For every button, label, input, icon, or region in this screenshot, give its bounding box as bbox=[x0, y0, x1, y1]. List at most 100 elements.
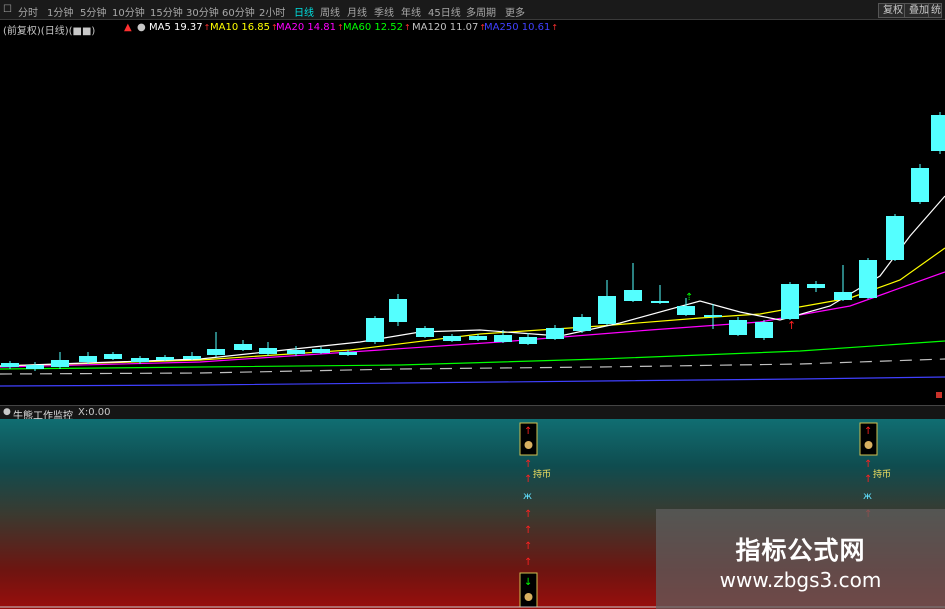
up-arrow-icon: ↑ bbox=[864, 459, 872, 470]
ma250-label: MA250 10.61↑ bbox=[484, 22, 559, 33]
period-60min[interactable]: 60分钟 bbox=[222, 4, 255, 19]
candle-body bbox=[886, 216, 904, 260]
moving-average-lines bbox=[0, 195, 945, 387]
candle-body bbox=[51, 360, 69, 367]
candlesticks bbox=[1, 112, 945, 371]
up-arrow-icon: ↑ bbox=[524, 541, 532, 552]
settings-icon[interactable]: ● bbox=[137, 22, 146, 33]
ma20-line bbox=[0, 271, 945, 368]
period-multi[interactable]: 多周期 bbox=[466, 4, 496, 19]
watermark-name: 指标公式网 bbox=[735, 536, 866, 565]
sub-chart-header: ● 牛熊工作监控 X:0.00 bbox=[0, 405, 945, 422]
up-arrow-icon: ↑ bbox=[524, 525, 532, 536]
butterfly-icon: ж bbox=[523, 491, 532, 502]
candle-body bbox=[79, 356, 97, 362]
candle-body bbox=[931, 115, 945, 151]
up-arrow-icon: ↑ bbox=[524, 509, 532, 520]
sub-chart-params: X:0.00 bbox=[78, 407, 111, 418]
watermark-url: www.zbgs3.com bbox=[719, 568, 882, 592]
money-bag-icon bbox=[524, 593, 533, 601]
candle-body bbox=[781, 284, 799, 319]
period-weekly[interactable]: 周线 bbox=[320, 4, 340, 19]
candle-body bbox=[573, 317, 591, 331]
period-2hour[interactable]: 2小时 bbox=[259, 4, 285, 19]
ma20-label: MA20 14.81↑ bbox=[276, 22, 344, 33]
ma10-label: MA10 16.85↑ bbox=[210, 22, 278, 33]
period-quarterly[interactable]: 季线 bbox=[374, 4, 394, 19]
candle-body bbox=[259, 348, 277, 354]
candle-body bbox=[234, 344, 252, 350]
sub-chart-settings-icon[interactable]: ● bbox=[3, 407, 11, 417]
candle-body bbox=[519, 337, 537, 344]
chart-title: (前复权)(日线)(■■) bbox=[3, 26, 96, 37]
ma120-label: MA120 11.07↑ bbox=[412, 22, 487, 33]
period-toolbar: ☐ 分时 1分钟 5分钟 10分钟 15分钟 30分钟 60分钟 2小时 日线 … bbox=[0, 0, 945, 20]
period-5min[interactable]: 5分钟 bbox=[80, 4, 106, 19]
period-1min[interactable]: 1分钟 bbox=[47, 4, 73, 19]
candle-body bbox=[651, 301, 669, 303]
candle-body bbox=[859, 260, 877, 298]
candle-body bbox=[807, 284, 825, 288]
period-daily[interactable]: 日线 bbox=[294, 4, 314, 19]
down-arrow-icon: ↓ bbox=[524, 577, 532, 588]
period-more[interactable]: 更多 bbox=[505, 4, 525, 19]
candle-body bbox=[26, 365, 44, 369]
up-arrow-icon: ▲ bbox=[124, 22, 132, 33]
period-15min[interactable]: 15分钟 bbox=[150, 4, 183, 19]
candle-body bbox=[1, 363, 19, 367]
hold-cash-label: 持币 bbox=[873, 468, 891, 480]
money-bag-icon bbox=[524, 441, 533, 449]
candle-body bbox=[911, 168, 929, 202]
up-arrow-icon: ↑ bbox=[524, 426, 532, 437]
candle-body bbox=[834, 292, 852, 300]
candle-body bbox=[207, 349, 225, 355]
period-30min[interactable]: 30分钟 bbox=[186, 4, 219, 19]
watermark: 指标公式网 www.zbgs3.com bbox=[656, 509, 945, 609]
period-monthly[interactable]: 月线 bbox=[347, 4, 367, 19]
candle-body bbox=[494, 335, 512, 342]
candle-body bbox=[339, 352, 357, 355]
ma60-line bbox=[0, 340, 945, 370]
up-arrow-icon: ↑ bbox=[524, 474, 532, 485]
candle-body bbox=[312, 349, 330, 353]
up-arrow-icon: ↑ bbox=[524, 557, 532, 568]
ma5-line bbox=[0, 195, 945, 367]
candlestick-chart[interactable]: ⇡ ↑ bbox=[0, 36, 945, 405]
ma60-label: MA60 12.52↑ bbox=[343, 22, 411, 33]
ma10-line bbox=[0, 247, 945, 367]
candle-body bbox=[546, 328, 564, 339]
candle-body bbox=[287, 350, 305, 354]
candle-body bbox=[624, 290, 642, 301]
signal-column-2: ↑ ↑ ↑ 持币 ж ↑ bbox=[859, 422, 891, 520]
candle-body bbox=[704, 315, 722, 317]
ma5-label: MA5 19.37↑ bbox=[149, 22, 211, 33]
candle-body bbox=[131, 358, 149, 362]
money-bag-icon bbox=[864, 441, 873, 449]
period-yearly[interactable]: 年线 bbox=[401, 4, 421, 19]
buy-arrow-icon: ↑ bbox=[787, 319, 796, 332]
right-edge-marker bbox=[936, 392, 942, 398]
candle-body bbox=[755, 322, 773, 338]
ma250-line bbox=[0, 376, 945, 387]
up-arrow-icon: ↑ bbox=[864, 474, 872, 485]
candle-body bbox=[598, 296, 616, 324]
candle-body bbox=[104, 354, 122, 359]
candle-body bbox=[156, 357, 174, 360]
up-arrow-icon: ↑ bbox=[864, 426, 872, 437]
candle-body bbox=[183, 356, 201, 359]
candle-body bbox=[416, 328, 434, 337]
candle-body bbox=[443, 336, 461, 341]
stats-button[interactable]: 统计 bbox=[928, 3, 942, 18]
butterfly-icon: ж bbox=[863, 491, 872, 502]
candle-body bbox=[389, 299, 407, 322]
buy-arrow-icon: ⇡ bbox=[685, 292, 693, 303]
candle-body bbox=[469, 336, 487, 340]
period-10min[interactable]: 10分钟 bbox=[112, 4, 145, 19]
period-45day[interactable]: 45日线 bbox=[428, 4, 461, 19]
signal-column-1: ↑ ↑ ↑ 持币 ж ↑ ↑ ↑ ↑ ↓ bbox=[519, 422, 551, 608]
candle-body bbox=[729, 320, 747, 335]
up-arrow-icon: ↑ bbox=[524, 459, 532, 470]
menu-icon[interactable]: ☐ bbox=[3, 4, 12, 15]
candle-body bbox=[677, 306, 695, 315]
period-intraday[interactable]: 分时 bbox=[18, 4, 38, 19]
